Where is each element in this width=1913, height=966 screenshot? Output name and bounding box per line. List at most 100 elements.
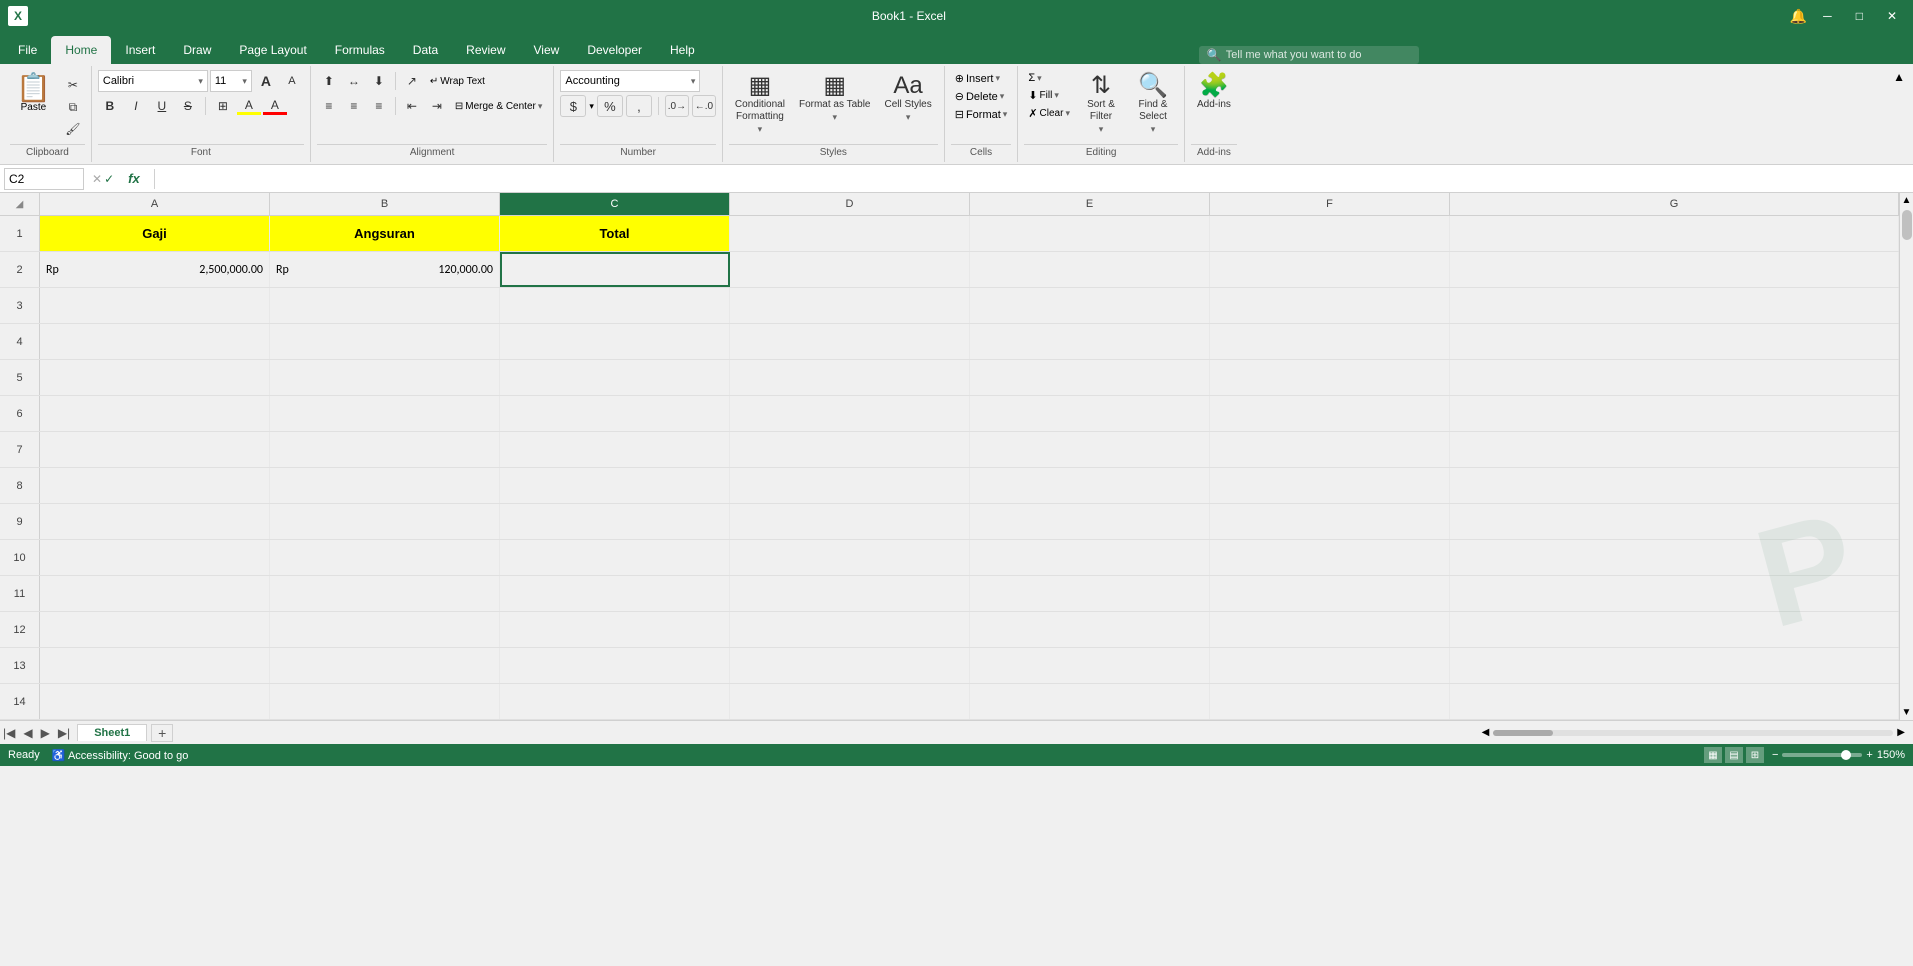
tab-file[interactable]: File: [4, 36, 51, 64]
cell-f3[interactable]: [1210, 288, 1450, 323]
cell-f2[interactable]: [1210, 252, 1450, 287]
sheet-nav-first[interactable]: |◀: [0, 726, 18, 740]
formula-confirm-button[interactable]: ✓: [104, 172, 114, 186]
addins-button[interactable]: 🧩 Add-ins: [1191, 70, 1237, 115]
cell-c13[interactable]: [500, 648, 730, 683]
cell-e11[interactable]: [970, 576, 1210, 611]
cell-d5[interactable]: [730, 360, 970, 395]
cell-c12[interactable]: [500, 612, 730, 647]
scroll-right-button[interactable]: ▶: [1897, 727, 1905, 738]
tab-review[interactable]: Review: [452, 36, 519, 64]
cell-styles-button[interactable]: Aa Cell Styles ▾: [878, 70, 937, 127]
cell-e6[interactable]: [970, 396, 1210, 431]
cell-f13[interactable]: [1210, 648, 1450, 683]
scroll-down-button[interactable]: ▼: [1900, 705, 1913, 720]
cell-e12[interactable]: [970, 612, 1210, 647]
cell-b9[interactable]: [270, 504, 500, 539]
sheet-tab-sheet1[interactable]: Sheet1: [77, 724, 147, 741]
select-all-button[interactable]: ◢: [16, 199, 24, 210]
cell-a11[interactable]: [40, 576, 270, 611]
tab-data[interactable]: Data: [399, 36, 452, 64]
cell-d6[interactable]: [730, 396, 970, 431]
cell-c11[interactable]: [500, 576, 730, 611]
tab-insert[interactable]: Insert: [111, 36, 169, 64]
tab-formulas[interactable]: Formulas: [321, 36, 399, 64]
cell-b3[interactable]: [270, 288, 500, 323]
col-header-e[interactable]: E: [970, 193, 1210, 215]
paste-button[interactable]: 📋 Paste: [10, 70, 57, 140]
h-scroll-thumb[interactable]: [1493, 730, 1553, 736]
cell-d4[interactable]: [730, 324, 970, 359]
cell-c14[interactable]: [500, 684, 730, 719]
tab-view[interactable]: View: [520, 36, 574, 64]
tab-home[interactable]: Home: [51, 36, 111, 64]
increase-font-button[interactable]: A: [254, 70, 278, 92]
cell-e3[interactable]: [970, 288, 1210, 323]
cell-g7[interactable]: [1450, 432, 1899, 467]
formula-input[interactable]: [163, 172, 1909, 186]
cell-b2[interactable]: Rp 120,000.00: [270, 252, 500, 287]
cell-b6[interactable]: [270, 396, 500, 431]
cell-d10[interactable]: [730, 540, 970, 575]
scroll-thumb[interactable]: [1902, 210, 1912, 240]
cell-d13[interactable]: [730, 648, 970, 683]
indent-inc-button[interactable]: ⇥: [425, 95, 449, 117]
zoom-in-button[interactable]: +: [1866, 749, 1872, 761]
cell-c4[interactable]: [500, 324, 730, 359]
copy-button[interactable]: ⧉: [61, 96, 85, 118]
center-align-button[interactable]: ≡: [342, 95, 366, 117]
right-align-button[interactable]: ≡: [367, 95, 391, 117]
tab-help[interactable]: Help: [656, 36, 709, 64]
cell-e4[interactable]: [970, 324, 1210, 359]
cell-f8[interactable]: [1210, 468, 1450, 503]
decrease-font-button[interactable]: A: [280, 70, 304, 92]
cell-c8[interactable]: [500, 468, 730, 503]
cell-b14[interactable]: [270, 684, 500, 719]
format-as-table-button[interactable]: ▦ Format as Table ▾: [793, 70, 877, 127]
cell-a10[interactable]: [40, 540, 270, 575]
cell-e1[interactable]: [970, 216, 1210, 251]
cell-b12[interactable]: [270, 612, 500, 647]
zoom-out-button[interactable]: −: [1772, 749, 1778, 761]
cell-b8[interactable]: [270, 468, 500, 503]
cell-a3[interactable]: [40, 288, 270, 323]
left-align-button[interactable]: ≡: [317, 95, 341, 117]
zoom-slider[interactable]: [1782, 753, 1862, 757]
percent-button[interactable]: %: [597, 95, 623, 117]
cell-e5[interactable]: [970, 360, 1210, 395]
insert-button[interactable]: ⊕ Insert ▾: [951, 70, 1012, 87]
cell-d2[interactable]: [730, 252, 970, 287]
indent-dec-button[interactable]: ⇤: [400, 95, 424, 117]
cell-c10[interactable]: [500, 540, 730, 575]
cell-f10[interactable]: [1210, 540, 1450, 575]
cell-g9[interactable]: [1450, 504, 1899, 539]
cell-b11[interactable]: [270, 576, 500, 611]
col-header-c[interactable]: C: [500, 193, 730, 215]
cell-g5[interactable]: [1450, 360, 1899, 395]
cell-d12[interactable]: [730, 612, 970, 647]
scroll-up-button[interactable]: ▲: [1900, 193, 1913, 208]
tab-developer[interactable]: Developer: [573, 36, 656, 64]
cell-b5[interactable]: [270, 360, 500, 395]
bottom-align-button[interactable]: ⬇: [367, 70, 391, 92]
increase-decimal-button[interactable]: .0→: [665, 95, 689, 117]
collapse-ribbon-button[interactable]: ▲: [1889, 66, 1909, 162]
top-align-button[interactable]: ⬆: [317, 70, 341, 92]
cell-b1[interactable]: Angsuran: [270, 216, 500, 251]
minimize-button[interactable]: ─: [1815, 7, 1840, 25]
cell-e14[interactable]: [970, 684, 1210, 719]
cell-a2[interactable]: Rp 2,500,000.00: [40, 252, 270, 287]
col-header-b[interactable]: B: [270, 193, 500, 215]
tab-page-layout[interactable]: Page Layout: [225, 36, 320, 64]
cell-a12[interactable]: [40, 612, 270, 647]
sort-filter-button[interactable]: ⇅ Sort &Filter ▾: [1076, 70, 1126, 139]
cell-g2[interactable]: [1450, 252, 1899, 287]
cell-f4[interactable]: [1210, 324, 1450, 359]
cell-a9[interactable]: [40, 504, 270, 539]
cell-d9[interactable]: [730, 504, 970, 539]
find-select-button[interactable]: 🔍 Find &Select ▾: [1128, 70, 1178, 139]
format-painter-button[interactable]: 🖌: [61, 118, 85, 140]
cell-c5[interactable]: [500, 360, 730, 395]
cell-f9[interactable]: [1210, 504, 1450, 539]
cell-f12[interactable]: [1210, 612, 1450, 647]
